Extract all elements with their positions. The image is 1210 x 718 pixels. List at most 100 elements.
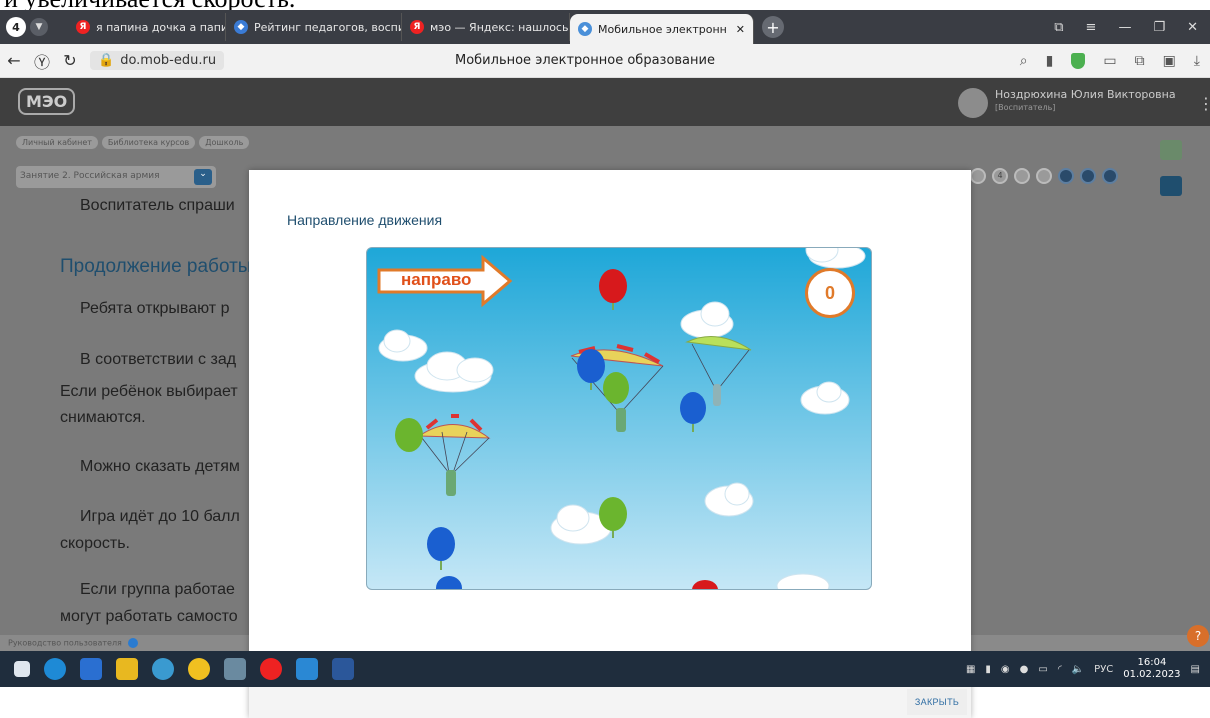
meo-logo[interactable]: МЭО (18, 88, 76, 115)
site-icon: ◆ (234, 20, 248, 34)
new-tab-button[interactable]: + (762, 16, 784, 38)
back-icon[interactable]: ← (0, 51, 28, 70)
progress-step[interactable] (1036, 168, 1052, 184)
doc-line: могут работать самосто (60, 608, 238, 625)
app-header: МЭО Ноздрюхина Юлия Викторовна [Воспитат… (0, 78, 1210, 126)
url-field[interactable]: 🔒 do.mob-edu.ru (90, 51, 225, 70)
search-icon[interactable]: ⌕ (1020, 53, 1028, 69)
doc-line: скорость. (60, 535, 130, 552)
direction-label: направо (401, 270, 472, 289)
close-window-icon[interactable]: ✕ (1187, 20, 1198, 35)
store-icon[interactable] (80, 658, 102, 680)
doc-line: снимаются. (60, 409, 146, 426)
browser-extras: ⌕ ▮ ▭ ⧉ ▣ ⤓ (1020, 52, 1210, 69)
breadcrumb: Личный кабинет Библиотека курсов Дошколь (16, 136, 250, 149)
breadcrumb-item[interactable]: Дошколь (199, 136, 250, 149)
wifi-icon[interactable]: ◜ (1058, 664, 1062, 675)
reload-icon[interactable]: ↻ (56, 51, 84, 70)
help-button[interactable]: ? (1187, 625, 1209, 647)
app-icon[interactable] (188, 658, 210, 680)
balloon-red[interactable] (692, 580, 718, 590)
browser-tab-3[interactable]: Я мэо — Яндекс: нашлось 4 (402, 13, 570, 41)
lock-icon: 🔒 (98, 53, 115, 68)
security-icon[interactable]: ◉ (1001, 664, 1010, 675)
restore-icon[interactable]: ❐ (1153, 20, 1165, 35)
chat-icon[interactable] (1160, 176, 1182, 196)
windows-taskbar: ▦ ▮ ◉ ● ▭ ◜ 🔈 РУС 16:04 01.02.2023 ▤ (0, 651, 1210, 687)
site-icon: ◆ (578, 22, 592, 36)
windows-start-icon[interactable] (14, 661, 30, 677)
volume-icon[interactable]: 🔈 (1072, 664, 1084, 675)
balloon-blue[interactable] (680, 392, 706, 432)
clock[interactable]: 16:04 01.02.2023 (1123, 657, 1180, 681)
modal-footer: ЗАКРЫТЬ (249, 682, 971, 718)
shield-icon[interactable] (1071, 52, 1086, 69)
browser-tab-1[interactable]: Я я папина дочка а папина (68, 13, 226, 41)
bookmarks-icon[interactable]: ⧉ (1054, 20, 1063, 35)
balloon-blue[interactable] (577, 349, 605, 390)
progress-step[interactable] (1102, 168, 1118, 184)
balloon-green[interactable] (395, 418, 423, 452)
profile-icon[interactable]: ▣ (1163, 53, 1176, 69)
paint-icon[interactable] (152, 658, 174, 680)
calculator-icon[interactable] (224, 658, 246, 680)
menu-icon[interactable]: ≡ (1086, 20, 1097, 35)
progress-step[interactable]: 4 (992, 168, 1008, 184)
balloon-blue[interactable] (427, 527, 455, 570)
battery-icon[interactable]: ▭ (1038, 664, 1047, 675)
browser-tab-active[interactable]: ◆ Мобильное электронн ✕ (570, 14, 754, 44)
yandex-home-icon[interactable]: Ⓨ (28, 49, 56, 73)
breadcrumb-item[interactable]: Личный кабинет (16, 136, 98, 149)
progress-step[interactable] (1080, 168, 1096, 184)
kebab-menu-icon[interactable]: ⋮ (1198, 94, 1210, 113)
tab-controls: 4 ▼ (0, 17, 68, 37)
doc-line: Игра идёт до 10 балл (80, 508, 240, 525)
media-icon[interactable] (296, 658, 318, 680)
network-icon[interactable]: ▦ (966, 664, 975, 675)
browser-tab-2[interactable]: ◆ Рейтинг педагогов, воспи (226, 13, 402, 41)
game-area[interactable]: направо 0 (366, 247, 872, 590)
user-info[interactable]: Ноздрюхина Юлия Викторовна [Воспитатель] (995, 88, 1176, 114)
progress-step[interactable] (970, 168, 986, 184)
game-scene (377, 248, 866, 590)
tab-count-badge[interactable]: 4 (6, 17, 26, 37)
score-counter: 0 (805, 268, 855, 318)
word-icon[interactable] (332, 658, 354, 680)
avatar[interactable] (958, 88, 988, 118)
doc-line: Можно сказать детям (80, 458, 240, 475)
chevron-down-icon[interactable]: ▼ (30, 18, 48, 36)
usb-icon[interactable]: ▮ (985, 664, 991, 675)
bookmark-icon[interactable]: ▮ (1046, 53, 1054, 69)
download-icon[interactable]: ⤓ (1194, 53, 1200, 69)
lesson-select[interactable]: Занятие 2. Российская армия ⌄ (16, 166, 216, 188)
notes-icon[interactable] (1160, 140, 1182, 160)
breadcrumb-item[interactable]: Библиотека курсов (101, 136, 196, 149)
page-title: Мобильное электронное образование (455, 53, 715, 68)
url-text: do.mob-edu.ru (120, 53, 217, 68)
yandex-browser-icon[interactable] (260, 658, 282, 680)
avast-icon[interactable]: ● (1020, 664, 1029, 675)
minimize-icon[interactable]: — (1118, 20, 1131, 35)
explorer-icon[interactable] (116, 658, 138, 680)
close-tab-icon[interactable]: ✕ (736, 23, 745, 36)
document-text-fragment: и увеличивается скорость. (0, 0, 1210, 10)
tab-label: я папина дочка а папина (96, 20, 225, 34)
balloon-green[interactable] (603, 372, 629, 404)
user-guide-link[interactable]: Руководство пользователя (8, 639, 122, 648)
balloon-blue[interactable] (436, 576, 462, 590)
modal-title: Направление движения (287, 212, 443, 228)
yandex-icon: Я (410, 20, 424, 34)
extension-icon[interactable]: ⧉ (1135, 53, 1145, 69)
doc-line: Воспитатель спраши (80, 197, 235, 214)
edge-icon[interactable] (44, 658, 66, 680)
help-icon[interactable] (128, 638, 139, 648)
notifications-icon[interactable]: ▤ (1191, 664, 1200, 675)
language-indicator[interactable]: РУС (1094, 664, 1113, 675)
balloon-red[interactable] (599, 269, 627, 310)
close-button[interactable]: ЗАКРЫТЬ (907, 689, 967, 715)
progress-step[interactable] (1058, 168, 1074, 184)
battery-icon[interactable]: ▭ (1103, 53, 1116, 69)
doc-line: Если ребёнок выбирает (60, 383, 238, 400)
game-modal: Направление движения направо 0 ЗАКРЫТЬ (249, 170, 971, 718)
progress-step[interactable] (1014, 168, 1030, 184)
